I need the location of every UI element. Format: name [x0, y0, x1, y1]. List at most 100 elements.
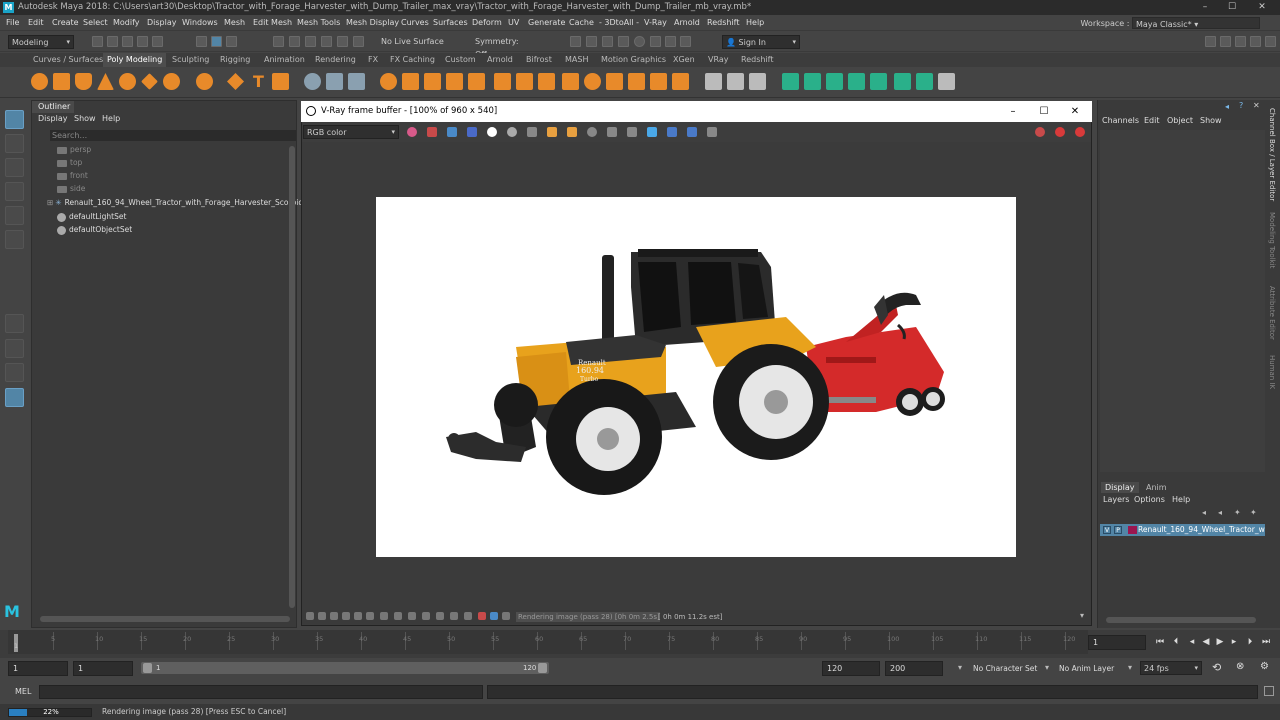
- menu-create[interactable]: Create: [52, 15, 79, 31]
- track-mouse-icon[interactable]: [587, 127, 597, 137]
- outliner-menu-help[interactable]: Help: [102, 114, 120, 123]
- outliner-item-top[interactable]: top: [57, 156, 82, 169]
- go-to-start-icon[interactable]: ⏮: [1155, 637, 1165, 647]
- maximize-button[interactable]: ☐: [1222, 0, 1242, 15]
- vfb-status-icon[interactable]: [306, 612, 314, 620]
- magnet-icon[interactable]: [353, 36, 364, 47]
- boolean-union-icon[interactable]: [380, 73, 397, 90]
- outliner-vertical-scrollbar[interactable]: [289, 146, 295, 608]
- close-button[interactable]: ✕: [1252, 0, 1272, 15]
- vray-vfb-icon[interactable]: [665, 36, 676, 47]
- outliner-menu-show[interactable]: Show: [74, 114, 96, 123]
- hypershade-icon[interactable]: [634, 36, 645, 47]
- multi-cut-icon[interactable]: [705, 73, 722, 90]
- boolean-difference-icon[interactable]: [402, 73, 419, 90]
- menu-mesh-display[interactable]: Mesh Display: [346, 15, 399, 31]
- poly-platonic-icon[interactable]: [196, 73, 213, 90]
- combine-icon[interactable]: [304, 73, 321, 90]
- layer-horizontal-scrollbar[interactable]: [1106, 617, 1256, 623]
- step-forward-frame-icon[interactable]: ▸: [1229, 637, 1239, 647]
- outliner-toggle-icon[interactable]: [1265, 36, 1276, 47]
- vfb-maximize-button[interactable]: ☐: [1029, 101, 1059, 122]
- separate-icon[interactable]: [326, 73, 343, 90]
- snap-grid-icon[interactable]: [273, 36, 284, 47]
- insert-edge-loop-icon[interactable]: [727, 73, 744, 90]
- character-set-dropdown[interactable]: No Character Set: [973, 664, 1037, 673]
- vfb-status-icon[interactable]: [450, 612, 458, 620]
- rotate-tool-icon[interactable]: [5, 206, 24, 225]
- shelf-tab-redshift[interactable]: Redshift: [741, 53, 773, 67]
- menu-mesh[interactable]: Mesh: [224, 15, 245, 31]
- alpha-channel-icon[interactable]: [487, 127, 497, 137]
- vfb-status-icon[interactable]: [366, 612, 374, 620]
- step-forward-key-icon[interactable]: ⏵: [1245, 637, 1255, 647]
- layer-color-swatch[interactable]: [1128, 526, 1137, 534]
- shelf-tab-bifrost[interactable]: Bifrost: [526, 53, 552, 67]
- menu-3dtoall[interactable]: - 3DtoAll -: [599, 15, 639, 31]
- outliner-menu-display[interactable]: Display: [38, 114, 68, 123]
- link-to-viewport-icon[interactable]: [647, 127, 657, 137]
- move-tool-icon[interactable]: [5, 182, 24, 201]
- history-icon[interactable]: [667, 127, 677, 137]
- auto-key-icon[interactable]: ⊗: [1236, 661, 1244, 672]
- sign-in-dropdown[interactable]: 👤 Sign In ▾: [722, 35, 800, 49]
- tool-settings-icon[interactable]: [1235, 36, 1246, 47]
- vfb-status-icon[interactable]: [318, 612, 326, 620]
- layer-visibility-toggle[interactable]: V: [1103, 526, 1111, 534]
- vfb-close-button[interactable]: ✕: [1060, 101, 1090, 122]
- outliner-item-front[interactable]: front: [57, 169, 88, 182]
- uv-cut-icon[interactable]: [916, 73, 933, 90]
- region-render-icon[interactable]: [627, 127, 637, 137]
- snap-curve-icon[interactable]: [289, 36, 300, 47]
- vfb-channel-dropdown[interactable]: RGB color ▾: [303, 125, 399, 139]
- shelf-tab-poly-modeling[interactable]: Poly Modeling: [103, 53, 167, 67]
- attribute-editor-icon[interactable]: [1220, 36, 1231, 47]
- vfb-status-icon[interactable]: [330, 612, 338, 620]
- menu-select[interactable]: Select: [83, 15, 108, 31]
- svg-tool-icon[interactable]: [272, 73, 289, 90]
- uv-sew-icon[interactable]: [938, 73, 955, 90]
- single-perspective-view-icon[interactable]: [5, 314, 24, 333]
- boolean-intersect-icon[interactable]: [424, 73, 441, 90]
- range-start-handle[interactable]: [143, 663, 152, 673]
- wedge-icon[interactable]: [650, 73, 667, 90]
- vfb-status-icon[interactable]: [436, 612, 444, 620]
- scale-tool-icon[interactable]: [5, 230, 24, 249]
- color-corrections-icon[interactable]: [687, 127, 697, 137]
- bridge-icon[interactable]: [494, 73, 511, 90]
- copy-to-clipboard-icon[interactable]: [607, 127, 617, 137]
- anim-layer-dropdown[interactable]: No Anim Layer: [1059, 664, 1114, 673]
- vfb-status-icon[interactable]: [502, 612, 510, 620]
- anim-layer-icon[interactable]: ▾: [1045, 663, 1049, 672]
- uv-unfold-icon[interactable]: [894, 73, 911, 90]
- blue-channel-icon[interactable]: [467, 127, 477, 137]
- side-tab-attribute-editor[interactable]: Attribute Editor: [1268, 286, 1276, 340]
- shelf-tab-mash[interactable]: MASH: [565, 53, 588, 67]
- channelbox-menu-edit[interactable]: Edit: [1144, 116, 1160, 125]
- symmetry-dropdown[interactable]: Symmetry: Off: [472, 35, 532, 59]
- playback-end-field[interactable]: 120: [822, 661, 880, 676]
- shelf-tab-curves-surfaces[interactable]: Curves / Surfaces: [33, 53, 103, 67]
- layer-playback-toggle[interactable]: P: [1114, 526, 1122, 534]
- expand-icon[interactable]: ⊞: [47, 198, 53, 207]
- render-view-icon[interactable]: [570, 36, 581, 47]
- layer-menu-help[interactable]: Help: [1172, 495, 1190, 504]
- poke-icon[interactable]: [672, 73, 689, 90]
- select-tool-icon[interactable]: [5, 110, 24, 129]
- extrude-icon[interactable]: [516, 73, 533, 90]
- minimize-button[interactable]: –: [1195, 0, 1215, 15]
- poly-cone-icon[interactable]: [97, 73, 114, 90]
- play-backward-icon[interactable]: ◀: [1201, 637, 1211, 647]
- modeling-toolkit-icon[interactable]: [1205, 36, 1216, 47]
- menu-deform[interactable]: Deform: [472, 15, 502, 31]
- side-tab-modeling-toolkit[interactable]: Modeling Toolkit: [1268, 212, 1276, 268]
- fill-hole-icon[interactable]: [584, 73, 601, 90]
- mel-label[interactable]: MEL: [15, 686, 31, 698]
- lens-effects-icon[interactable]: [707, 127, 717, 137]
- end-time-field[interactable]: 200: [885, 661, 943, 676]
- uv-cylindrical-icon[interactable]: [826, 73, 843, 90]
- rgb-channels-icon[interactable]: [407, 127, 417, 137]
- channelbox-menu-object[interactable]: Object: [1167, 116, 1193, 125]
- layer-menu-layers[interactable]: Layers: [1103, 495, 1129, 504]
- shelf-tab-animation[interactable]: Animation: [264, 53, 305, 67]
